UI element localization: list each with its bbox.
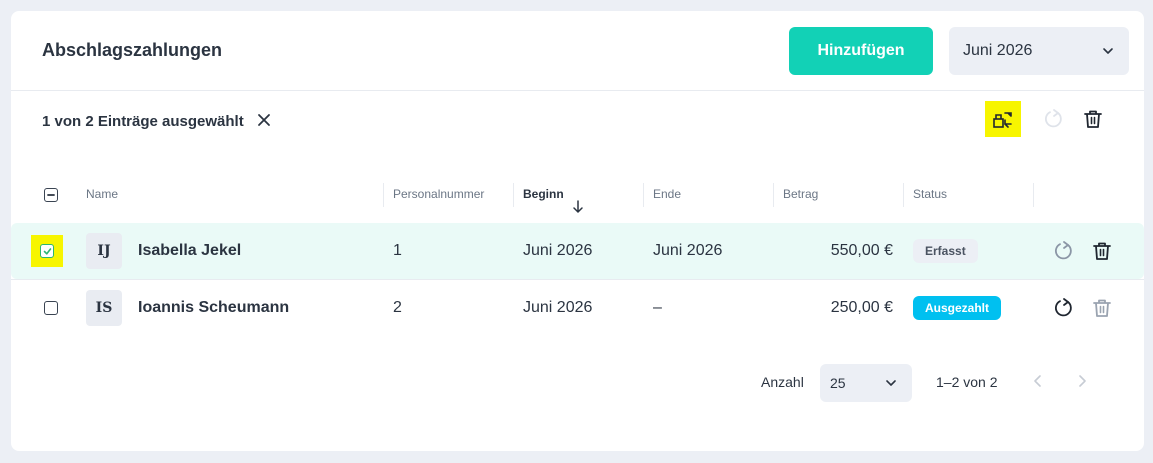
ende-cell: Juni 2026 bbox=[653, 242, 723, 259]
row-checkbox-highlight[interactable] bbox=[31, 235, 63, 267]
delete-row-button[interactable] bbox=[1090, 239, 1114, 263]
personalnummer-cell: 2 bbox=[393, 299, 402, 316]
trash-icon bbox=[1084, 110, 1102, 128]
minus-icon bbox=[47, 194, 55, 196]
reset-toolbar-button[interactable] bbox=[1035, 101, 1071, 137]
column-header-betrag[interactable]: Betrag bbox=[783, 187, 818, 201]
status-badge: Ausgezahlt bbox=[913, 296, 1002, 320]
transfer-icon bbox=[993, 112, 1012, 128]
status-badge: Erfasst bbox=[913, 239, 978, 263]
chevron-down-icon bbox=[886, 380, 896, 386]
page-header: Abschlagszahlungen Hinzufügen Juni 2026 bbox=[11, 11, 1144, 91]
arrow-down-icon bbox=[573, 200, 583, 213]
employee-name: Isabella Jekel bbox=[138, 242, 242, 259]
add-button[interactable]: Hinzufügen bbox=[789, 27, 933, 75]
beginn-cell: Juni 2026 bbox=[523, 242, 593, 259]
page-size-label: Anzahl bbox=[761, 374, 804, 390]
column-divider bbox=[643, 183, 644, 207]
page-title: Abschlagszahlungen bbox=[42, 40, 223, 60]
column-header-ende[interactable]: Ende bbox=[653, 187, 681, 201]
pagination-range: 1–2 von 2 bbox=[936, 374, 998, 390]
avatar: IJ bbox=[86, 233, 122, 269]
select-all-checkbox[interactable] bbox=[44, 188, 58, 202]
betrag-cell: 250,00 € bbox=[830, 299, 893, 316]
employee-name: Ioannis Scheumann bbox=[138, 299, 290, 316]
ende-cell: – bbox=[653, 299, 662, 316]
close-icon[interactable] bbox=[257, 113, 271, 127]
column-divider bbox=[383, 183, 384, 207]
month-select[interactable]: Juni 2026 bbox=[949, 27, 1129, 75]
trash-icon bbox=[1093, 299, 1111, 317]
delete-row-button[interactable] bbox=[1090, 296, 1114, 320]
table-header: Name Personalnummer Beginn Ende Betrag S… bbox=[11, 175, 1144, 215]
row-checkbox[interactable] bbox=[40, 244, 54, 258]
reset-row-button[interactable] bbox=[1051, 296, 1075, 320]
column-header-personalnummer[interactable]: Personalnummer bbox=[393, 187, 484, 201]
column-header-beginn[interactable]: Beginn bbox=[523, 187, 564, 201]
column-divider bbox=[773, 183, 774, 207]
column-divider bbox=[903, 183, 904, 207]
selection-count: 1 von 2 Einträge ausgewählt bbox=[42, 113, 244, 130]
reset-icon bbox=[1055, 298, 1072, 317]
page-size-select[interactable]: 25 bbox=[820, 364, 912, 402]
chevron-right-icon[interactable] bbox=[1074, 373, 1090, 389]
trash-icon bbox=[1093, 242, 1111, 260]
column-divider bbox=[1033, 183, 1034, 207]
main-card: Abschlagszahlungen Hinzufügen Juni 2026 … bbox=[11, 11, 1144, 451]
table-row[interactable]: IS Ioannis Scheumann 2 Juni 2026 – 250,0… bbox=[11, 280, 1144, 336]
row-checkbox[interactable] bbox=[44, 301, 58, 315]
avatar: IS bbox=[86, 290, 122, 326]
chevron-down-icon bbox=[1103, 48, 1113, 54]
column-divider bbox=[513, 183, 514, 207]
betrag-cell: 550,00 € bbox=[830, 242, 893, 259]
transfer-button[interactable] bbox=[985, 101, 1021, 137]
reset-icon bbox=[1045, 109, 1062, 128]
reset-row-button[interactable] bbox=[1051, 239, 1075, 263]
checkmark-icon bbox=[43, 247, 51, 255]
delete-selected-button[interactable] bbox=[1075, 101, 1111, 137]
personalnummer-cell: 1 bbox=[393, 242, 402, 259]
reset-icon bbox=[1055, 241, 1072, 260]
page-size-value: 25 bbox=[830, 375, 846, 391]
column-header-name[interactable]: Name bbox=[86, 187, 118, 201]
column-header-status[interactable]: Status bbox=[913, 187, 947, 201]
chevron-left-icon[interactable] bbox=[1030, 373, 1046, 389]
month-select-value: Juni 2026 bbox=[963, 42, 1033, 59]
beginn-cell: Juni 2026 bbox=[523, 299, 593, 316]
table-row[interactable]: IJ Isabella Jekel 1 Juni 2026 Juni 2026 … bbox=[11, 223, 1144, 279]
